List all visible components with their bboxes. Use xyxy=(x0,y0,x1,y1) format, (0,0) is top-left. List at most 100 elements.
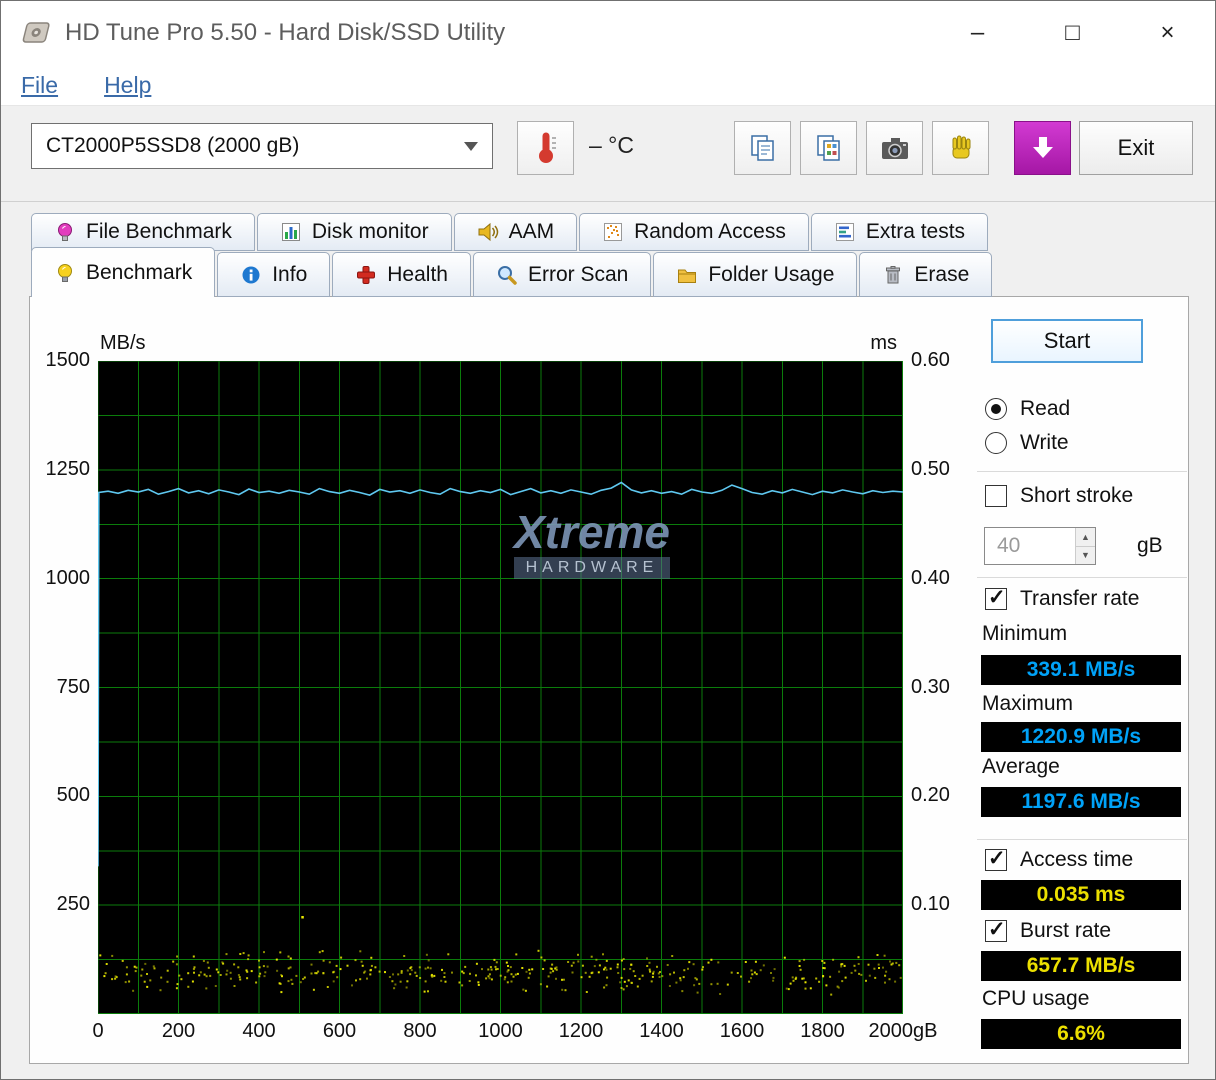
x-axis-tick: 1600 xyxy=(719,1020,765,1042)
tab-folder-usage[interactable]: Folder Usage xyxy=(653,252,858,297)
benchmark-chart: MB/s ms 1500 1250 1000 750 500 250 0.60 0.50 0.40 0… xyxy=(46,332,950,1042)
minimum-value: 339.1 MB/s xyxy=(981,655,1181,685)
left-axis-tick: 500 xyxy=(56,784,90,807)
benchmark-icon xyxy=(54,262,76,284)
tab-benchmark[interactable]: Benchmark xyxy=(31,247,216,297)
spin-up-button[interactable]: ▲ xyxy=(1076,528,1095,547)
start-button[interactable]: Start xyxy=(991,319,1143,363)
x-axis-tick: 2000gB xyxy=(868,1020,938,1042)
tab-label: Folder Usage xyxy=(708,262,835,286)
access-time-checkbox[interactable]: Access time xyxy=(985,846,1134,872)
camera-icon xyxy=(879,133,911,163)
toolbar-buttons xyxy=(734,121,1071,175)
menu-help[interactable]: Help xyxy=(104,72,151,99)
file-benchmark-icon xyxy=(54,221,76,243)
tab-random-access[interactable]: Random Access xyxy=(579,213,809,251)
save-results-button[interactable] xyxy=(1014,121,1071,175)
left-axis-tick: 1000 xyxy=(45,566,91,589)
tab-info[interactable]: Info xyxy=(217,252,331,297)
window-controls: – □ × xyxy=(930,1,1215,65)
temperature-button[interactable] xyxy=(517,121,574,175)
extra-tests-icon xyxy=(834,221,856,243)
toolbar: CT2000P5SSD8 (2000 gB) – °C Exit xyxy=(1,106,1215,202)
tab-label: Random Access xyxy=(634,220,786,243)
chevron-down-icon xyxy=(464,141,478,151)
health-icon xyxy=(355,264,377,286)
app-icon xyxy=(17,17,53,49)
x-axis-tick: 400 xyxy=(242,1020,276,1042)
tab-erase[interactable]: Erase xyxy=(859,252,993,297)
tab-health[interactable]: Health xyxy=(332,252,471,297)
copy-button[interactable] xyxy=(734,121,791,175)
tab-disk-monitor[interactable]: Disk monitor xyxy=(256,213,452,251)
drive-select-dropdown[interactable]: CT2000P5SSD8 (2000 gB) xyxy=(31,123,493,169)
average-label: Average xyxy=(982,755,1060,778)
transfer-rate-box xyxy=(985,585,1007,610)
right-axis-tick: 0.50 xyxy=(911,457,950,480)
spin-down-button[interactable]: ▼ xyxy=(1076,546,1095,564)
copy-image-button[interactable] xyxy=(800,121,857,175)
screenshot-button[interactable] xyxy=(866,121,923,175)
minimize-button[interactable]: – xyxy=(930,1,1025,65)
gb-unit-label: gB xyxy=(1137,534,1163,557)
transfer-rate-label: Transfer rate xyxy=(1020,587,1140,610)
minimum-label: Minimum xyxy=(982,622,1068,645)
tab-row-1: File Benchmark Disk monitor AAM Random Acce… xyxy=(31,213,989,251)
access-time-label: Access time xyxy=(1020,848,1134,871)
x-axis-tick: 1400 xyxy=(639,1020,684,1042)
read-radio[interactable]: Read xyxy=(985,397,1070,421)
menu-file[interactable]: File xyxy=(21,72,58,99)
x-axis-tick: 1800 xyxy=(800,1020,845,1042)
average-value: 1197.6 MB/s xyxy=(981,787,1181,817)
app-window: HD Tune Pro 5.50 - Hard Disk/SSD Utility… xyxy=(0,0,1216,1080)
burst-rate-label: Burst rate xyxy=(1020,919,1112,942)
right-axis-tick: 0.30 xyxy=(911,675,950,698)
x-axis-tick: 600 xyxy=(322,1020,357,1042)
tab-label: Error Scan xyxy=(527,262,629,286)
separator xyxy=(977,471,1187,472)
transfer-rate-checkbox[interactable]: Transfer rate xyxy=(985,585,1140,611)
short-stroke-label: Short stroke xyxy=(1020,484,1134,507)
tab-extra-tests[interactable]: Extra tests xyxy=(810,213,989,251)
maximize-button[interactable]: □ xyxy=(1025,1,1120,65)
donate-button[interactable] xyxy=(932,121,989,175)
disk-monitor-icon xyxy=(280,221,302,243)
tab-aam[interactable]: AAM xyxy=(453,213,578,251)
short-stroke-box xyxy=(985,485,1007,507)
tab-error-scan[interactable]: Error Scan xyxy=(472,252,652,297)
tab-label: Benchmark xyxy=(86,260,193,284)
burst-rate-value: 657.7 MB/s xyxy=(981,951,1181,981)
burst-rate-checkbox[interactable]: Burst rate xyxy=(985,917,1112,943)
read-label: Read xyxy=(1020,397,1071,420)
short-stroke-checkbox[interactable]: Short stroke xyxy=(985,484,1133,508)
menu-bar: File Help xyxy=(1,65,1215,106)
right-axis-tick: 0.10 xyxy=(911,893,950,916)
tab-file-benchmark[interactable]: File Benchmark xyxy=(31,213,255,251)
folder-usage-icon xyxy=(676,264,698,286)
x-axis-tick: 200 xyxy=(161,1020,196,1042)
x-axis-tick: 1000 xyxy=(478,1020,523,1042)
x-axis-tick: 0 xyxy=(92,1020,104,1042)
spinner-buttons: ▲ ▼ xyxy=(1075,528,1095,564)
cpu-usage-value: 6.6% xyxy=(981,1019,1181,1049)
short-stroke-size-value: 40 xyxy=(997,534,1021,557)
right-axis-unit: ms xyxy=(870,332,897,354)
info-icon xyxy=(240,264,262,286)
right-axis-tick: 0.60 xyxy=(911,349,950,371)
maximum-value: 1220.9 MB/s xyxy=(981,722,1181,752)
tab-label: Info xyxy=(272,262,308,286)
access-time-box xyxy=(985,846,1007,871)
window-title: HD Tune Pro 5.50 - Hard Disk/SSD Utility xyxy=(65,19,506,46)
short-stroke-size-input[interactable]: 40 ▲ ▼ xyxy=(984,527,1096,565)
drive-select-value: CT2000P5SSD8 (2000 gB) xyxy=(46,134,300,157)
left-axis-unit: MB/s xyxy=(100,332,146,354)
error-scan-icon xyxy=(496,264,518,286)
tab-row-2: Benchmark Info Health Error Scan Folder Usag… xyxy=(31,247,993,297)
tab-label: AAM xyxy=(508,220,555,243)
write-radio[interactable]: Write xyxy=(985,431,1069,455)
access-time-value: 0.035 ms xyxy=(981,880,1181,910)
close-button[interactable]: × xyxy=(1120,1,1215,65)
exit-button[interactable]: Exit xyxy=(1079,121,1193,175)
separator xyxy=(977,577,1187,578)
left-axis-tick: 1500 xyxy=(45,349,91,371)
